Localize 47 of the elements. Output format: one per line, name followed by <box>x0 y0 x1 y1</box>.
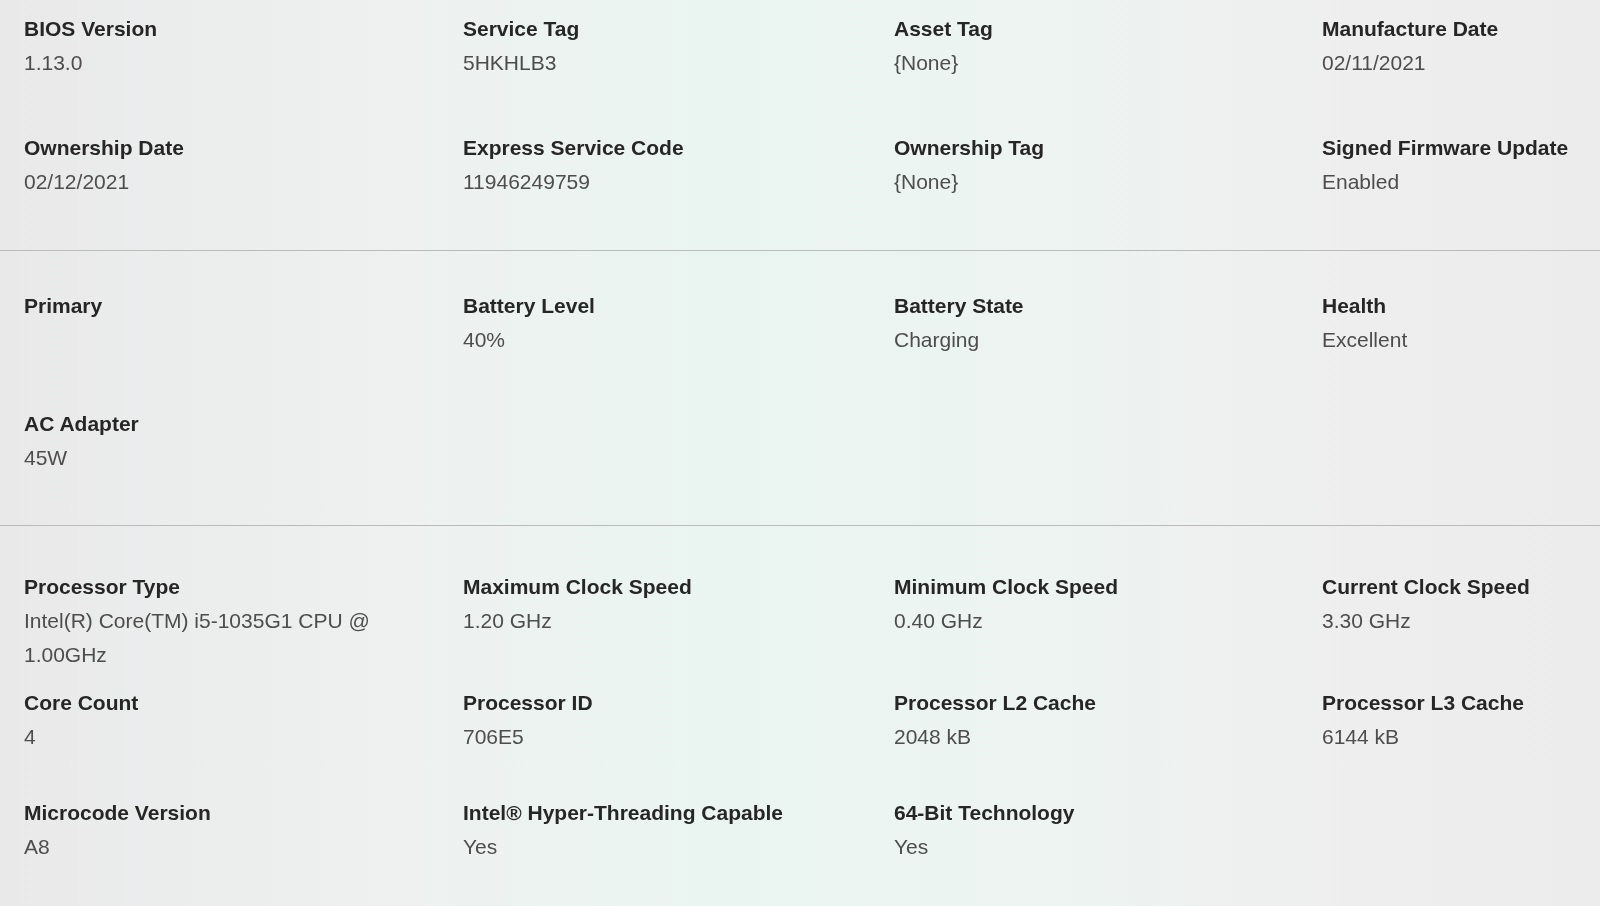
field-label: Health <box>1322 293 1387 320</box>
field-value: Excellent <box>1322 327 1408 354</box>
field-label: Battery Level <box>463 293 595 320</box>
field-label: Core Count <box>24 690 139 716</box>
field-label: Intel® Hyper-Threading Capable <box>463 800 784 826</box>
field-label: AC Adapter <box>24 411 139 438</box>
field-label: Processor L2 Cache <box>894 690 1096 716</box>
field-value: 1.13.0 <box>24 50 83 76</box>
field-value: 5HKHLB3 <box>463 50 557 76</box>
field-label: Processor ID <box>463 690 593 716</box>
field-label: BIOS Version <box>24 16 158 42</box>
field-value: Enabled <box>1322 169 1400 196</box>
field-label: Manufacture Date <box>1322 16 1499 42</box>
field-value: 40% <box>463 327 506 354</box>
field-value: {None} <box>894 50 959 76</box>
field-label: Ownership Tag <box>894 135 1045 162</box>
field-value: 706E5 <box>463 724 524 750</box>
field-label: Primary <box>24 293 103 320</box>
field-label: Asset Tag <box>894 16 993 42</box>
field-value: Yes <box>463 834 498 860</box>
field-value: 02/12/2021 <box>24 169 130 196</box>
field-label: Processor L3 Cache <box>1322 690 1524 716</box>
field-value: Intel(R) Core(TM) i5-1035G1 CPU @ 1.00GHz <box>24 608 371 668</box>
field-label: Microcode Version <box>24 800 211 826</box>
field-value: 4 <box>24 724 36 750</box>
field-value: 1.20 GHz <box>463 608 552 634</box>
field-value: Yes <box>894 834 929 860</box>
field-value: {None} <box>894 169 959 196</box>
field-label: Battery State <box>894 293 1024 320</box>
field-value: 0.40 GHz <box>894 608 983 634</box>
field-value: 45W <box>24 445 68 472</box>
field-value: 2048 kB <box>894 724 972 750</box>
field-label: Service Tag <box>463 16 580 42</box>
field-label: Ownership Date <box>24 135 184 162</box>
field-value: 6144 kB <box>1322 724 1400 750</box>
field-label: Processor Type <box>24 574 180 600</box>
field-label: Minimum Clock Speed <box>894 574 1119 600</box>
field-value: 02/11/2021 <box>1322 50 1426 76</box>
field-label: 64-Bit Technology <box>894 800 1075 826</box>
field-label: Maximum Clock Speed <box>463 574 692 600</box>
field-value: Charging <box>894 327 980 354</box>
field-label: Signed Firmware Update <box>1322 135 1569 162</box>
field-value: 3.30 GHz <box>1322 608 1411 634</box>
field-label: Current Clock Speed <box>1322 574 1530 600</box>
field-label: Express Service Code <box>463 135 684 162</box>
field-value: 11946249759 <box>463 169 590 196</box>
field-value: A8 <box>24 834 50 860</box>
